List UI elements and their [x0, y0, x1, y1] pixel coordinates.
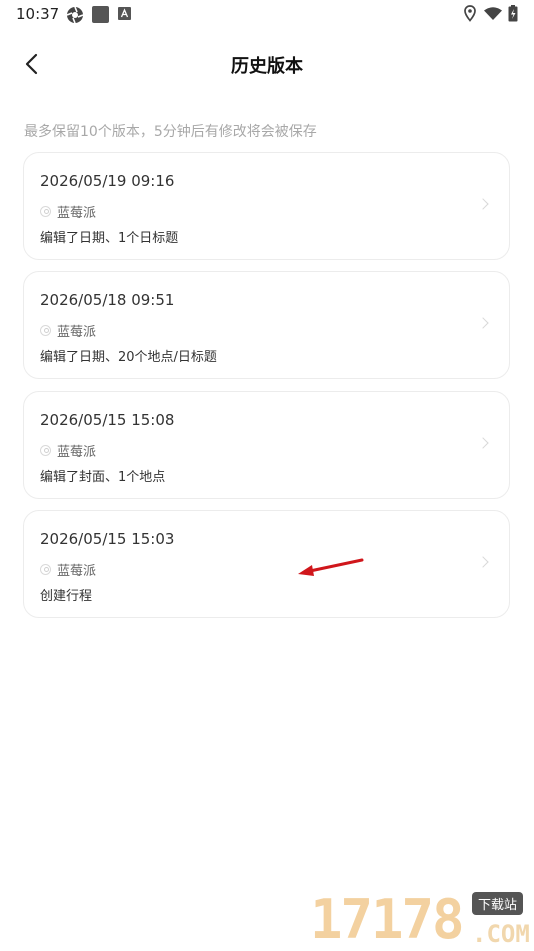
watermark-suffix: .COM	[472, 920, 530, 948]
app-square-icon	[92, 6, 109, 23]
site-watermark: 17178 下载站 .COM	[310, 888, 534, 950]
version-datetime: 2026/05/15 15:08	[40, 411, 175, 429]
annotation-arrow-icon	[298, 558, 364, 576]
watermark-digits: 17178	[310, 888, 465, 951]
avatar-icon	[40, 564, 51, 575]
header: 历史版本	[0, 40, 534, 86]
chevron-right-icon	[477, 198, 489, 210]
status-time: 10:37	[16, 5, 60, 23]
location-icon	[464, 5, 476, 22]
user-name: 蓝莓派	[57, 564, 97, 579]
version-datetime: 2026/05/19 09:16	[40, 172, 175, 190]
status-bar: 10:37	[0, 0, 534, 28]
avatar-icon	[40, 206, 51, 217]
version-user: 蓝莓派	[40, 441, 96, 460]
chevron-right-icon	[477, 437, 489, 449]
battery-icon	[508, 5, 518, 22]
avatar-icon	[40, 325, 51, 336]
version-description: 创建行程	[40, 589, 93, 604]
chevron-right-icon	[477, 556, 489, 568]
watermark-badge: 下载站	[472, 892, 524, 915]
aperture-icon	[66, 6, 84, 24]
version-description: 编辑了封面、1个地点	[40, 470, 166, 485]
version-description: 编辑了日期、1个日标题	[40, 231, 179, 246]
user-name: 蓝莓派	[57, 325, 97, 340]
wifi-icon	[484, 7, 502, 20]
version-user: 蓝莓派	[40, 202, 96, 221]
version-datetime: 2026/05/18 09:51	[40, 291, 175, 309]
user-name: 蓝莓派	[57, 445, 97, 460]
page-title: 历史版本	[231, 56, 303, 77]
user-name: 蓝莓派	[57, 206, 97, 221]
retention-notice: 最多保留10个版本，5分钟后有修改将会被保存	[24, 124, 317, 140]
chevron-right-icon	[477, 317, 489, 329]
version-card[interactable]: 2026/05/15 15:03 蓝莓派 创建行程	[23, 510, 510, 618]
version-description: 编辑了日期、20个地点/日标题	[40, 350, 217, 365]
version-card[interactable]: 2026/05/15 15:08 蓝莓派 编辑了封面、1个地点	[23, 391, 510, 499]
version-datetime: 2026/05/15 15:03	[40, 530, 175, 548]
avatar-icon	[40, 445, 51, 456]
font-a-icon	[118, 7, 131, 20]
version-user: 蓝莓派	[40, 321, 96, 340]
version-user: 蓝莓派	[40, 560, 96, 579]
version-card[interactable]: 2026/05/19 09:16 蓝莓派 编辑了日期、1个日标题	[23, 152, 510, 260]
version-card[interactable]: 2026/05/18 09:51 蓝莓派 编辑了日期、20个地点/日标题	[23, 271, 510, 379]
